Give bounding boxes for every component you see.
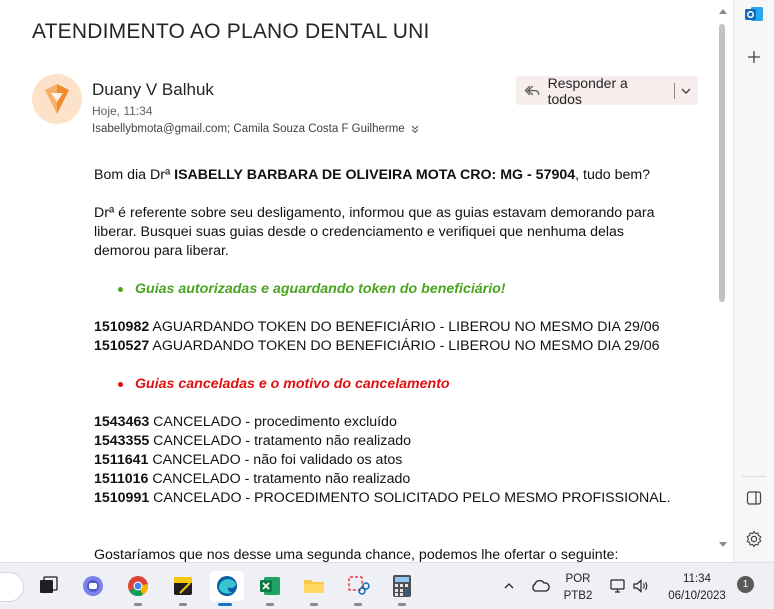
clock-date: 06/10/2023 [668, 590, 726, 602]
guide-status: CANCELADO - não foi validado os atos [148, 452, 403, 468]
running-indicator [398, 603, 406, 606]
taskbar-search-box[interactable] [0, 572, 24, 602]
onedrive-icon[interactable] [525, 571, 555, 601]
reading-pane: ATENDIMENTO AO PLANO DENTAL UNI Duany V … [0, 0, 732, 562]
task-view-icon[interactable] [33, 571, 63, 601]
sticky-notes-icon[interactable] [168, 571, 198, 606]
scroll-up-arrow-icon[interactable] [718, 6, 728, 16]
outlook-window: ATENDIMENTO AO PLANO DENTAL UNI Duany V … [0, 0, 774, 562]
guide-id: 1510527 [94, 338, 150, 354]
reply-all-button[interactable]: Responder a todos [516, 74, 664, 107]
canceled-bullet: Guias canceladas e o motivo do cancelame… [118, 375, 694, 394]
input-language[interactable]: POR PTB2 [560, 572, 596, 603]
calculator-icon[interactable] [387, 571, 417, 606]
scrollbar-thumb[interactable] [719, 24, 725, 302]
guide-id: 1511016 [94, 471, 149, 487]
reply-all-label: Responder a todos [547, 74, 628, 107]
email-subject: ATENDIMENTO AO PLANO DENTAL UNI [32, 20, 430, 43]
file-explorer-icon[interactable] [299, 571, 329, 606]
language-code: POR [565, 573, 591, 585]
canceled-row: 1510991 CANCELADO - PROCEDIMENTO SOLICIT… [94, 489, 694, 508]
running-indicator [310, 603, 318, 606]
recipients-text: Isabellybmota@gmail.com; Camila Souza Co… [92, 123, 405, 135]
reply-all-control: Responder a todos [516, 74, 698, 107]
notification-badge[interactable]: 1 [737, 576, 754, 593]
running-indicator [179, 603, 187, 606]
reply-all-icon [524, 85, 540, 95]
canceled-row: 1543463 CANCELADO - procedimento excluíd… [94, 413, 694, 432]
avatar-logo-icon [45, 84, 69, 114]
active-indicator [218, 603, 232, 606]
para1-line2: liberar. Busquei suas guias desde o cred… [94, 224, 625, 240]
para1-line3: demorou para liberar. [94, 243, 229, 259]
running-indicator [354, 603, 362, 606]
keyboard-layout: PTB2 [563, 590, 593, 602]
greeting: Bom dia Drª ISABELLY BARBARA DE OLIVEIRA… [94, 166, 694, 185]
scroll-down-arrow-icon[interactable] [718, 540, 728, 550]
clock[interactable]: 11:34 06/10/2023 [662, 572, 732, 603]
sent-time: Hoje, 11:34 [92, 104, 153, 118]
para1-line1: Drª é referente sobre seu desligamento, … [94, 205, 655, 221]
clock-time: 11:34 [683, 573, 711, 585]
canceled-row: 1543355 CANCELADO - tratamento não reali… [94, 432, 694, 451]
authorized-bullet: Guias autorizadas e aguardando token do … [118, 280, 694, 299]
guide-id: 1543463 [94, 414, 150, 430]
snipping-tool-icon[interactable] [343, 571, 373, 606]
guide-id: 1510991 [94, 490, 150, 506]
canceled-row: 1511641 CANCELADO - não foi validado os … [94, 451, 694, 470]
sidebar-divider [742, 476, 766, 477]
running-indicator [266, 603, 274, 606]
chevron-up-icon[interactable] [494, 571, 524, 601]
panel-icon[interactable] [742, 486, 766, 510]
chrome-icon[interactable] [123, 571, 153, 606]
expand-recipients-icon[interactable] [409, 123, 421, 135]
settings-icon[interactable] [742, 527, 766, 551]
authorized-row: 1510527 AGUARDANDO TOKEN DO BENEFICIÁRIO… [94, 337, 694, 356]
guide-status: CANCELADO - PROCEDIMENTO SOLICITADO PELO… [149, 490, 671, 506]
greeting-post: , tudo bem? [575, 167, 651, 183]
recipients-line[interactable]: Isabellybmota@gmail.com; Camila Souza Co… [92, 123, 421, 135]
dentist-name: ISABELLY BARBARA DE OLIVEIRA MOTA CRO: M… [174, 167, 576, 183]
bullet-dot [118, 287, 123, 292]
avatar[interactable] [32, 74, 82, 124]
email-body: Bom dia Drª ISABELLY BARBARA DE OLIVEIRA… [94, 166, 694, 562]
canceled-heading: Guias canceladas e o motivo do cancelame… [135, 376, 450, 392]
reply-options-dropdown[interactable] [674, 76, 698, 105]
guide-status: AGUARDANDO TOKEN DO BENEFICIÁRIO - LIBER… [149, 319, 660, 335]
volume-icon[interactable] [626, 571, 656, 601]
excel-icon[interactable] [255, 571, 285, 606]
guide-status: CANCELADO - procedimento excluído [149, 414, 397, 430]
add-icon[interactable] [742, 45, 766, 69]
taskbar: POR PTB2 11:34 06/10/2023 [0, 562, 774, 609]
vertical-scrollbar[interactable] [716, 0, 730, 562]
authorized-row: 1510982 AGUARDANDO TOKEN DO BENEFICIÁRIO… [94, 318, 694, 337]
authorized-heading: Guias autorizadas e aguardando token do … [135, 281, 506, 297]
guide-status: CANCELADO - tratamento não realizado [149, 433, 412, 449]
greeting-pre: Bom dia Drª [94, 167, 175, 183]
outlook-icon[interactable] [742, 2, 766, 26]
canceled-row: 1511016 CANCELADO - tratamento não reali… [94, 470, 694, 489]
running-indicator [134, 603, 142, 606]
right-sidebar [733, 0, 774, 562]
chevron-down-icon [681, 88, 691, 94]
sender-name[interactable]: Duany V Balhuk [92, 80, 214, 100]
guide-id: 1543355 [94, 433, 150, 449]
edge-icon[interactable] [210, 571, 244, 606]
guide-id: 1510982 [94, 319, 150, 335]
bullet-dot [118, 382, 123, 387]
guide-status: AGUARDANDO TOKEN DO BENEFICIÁRIO - LIBER… [149, 338, 660, 354]
teams-icon[interactable] [78, 571, 108, 601]
guide-id: 1511641 [94, 452, 149, 468]
closing-line: Gostaríamos que nos desse uma segunda ch… [94, 547, 619, 562]
guide-status: CANCELADO - tratamento não realizado [148, 471, 411, 487]
